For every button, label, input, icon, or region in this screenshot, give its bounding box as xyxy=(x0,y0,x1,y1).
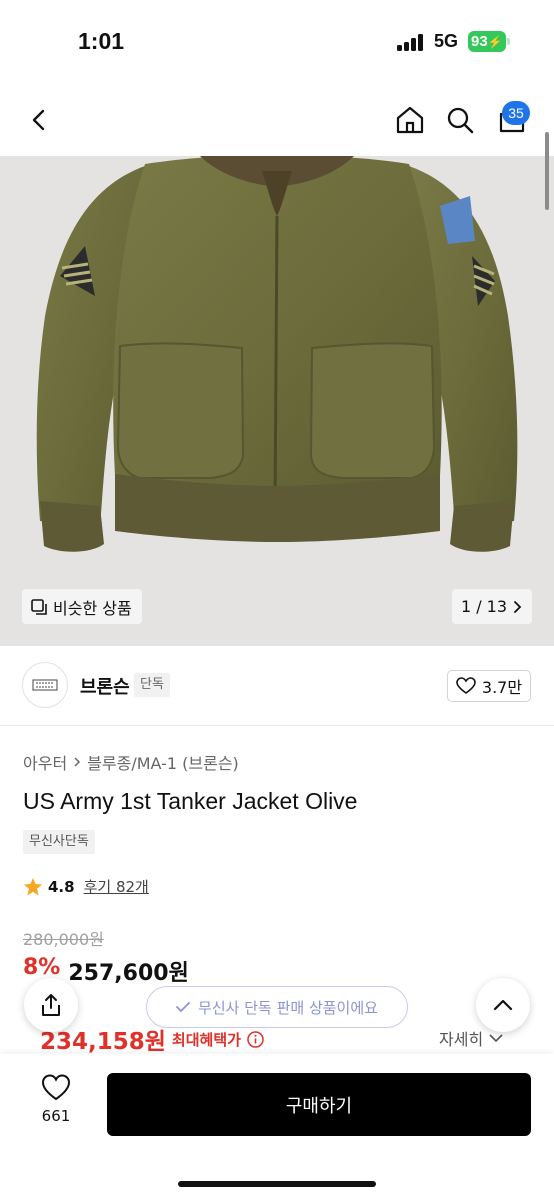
breadcrumb-category[interactable]: 아우터 xyxy=(23,750,67,774)
nav-bar xyxy=(0,86,554,156)
brand-like-count: 3.7만 xyxy=(481,678,523,697)
original-price: 280,000원 xyxy=(23,930,104,949)
brand-emblem-icon xyxy=(32,679,58,691)
sale-price: 257,600원 xyxy=(68,961,189,986)
image-counter-text: 1 / 13 xyxy=(460,597,508,616)
product-title: US Army 1st Tanker Jacket Olive xyxy=(23,788,358,814)
battery-icon: 93⚡ xyxy=(468,31,506,52)
chevron-right-icon xyxy=(514,600,522,613)
share-icon xyxy=(42,994,60,1016)
signal-icon xyxy=(397,33,427,51)
brand-like-button[interactable]: 3.7만 xyxy=(447,670,531,702)
scroll-indicator xyxy=(545,132,549,210)
breadcrumb-subcategory[interactable]: 블루종/MA-1 (브론슨) xyxy=(87,750,239,774)
chevron-down-icon xyxy=(489,1033,503,1042)
chevron-up-icon xyxy=(493,999,513,1011)
scroll-top-button[interactable] xyxy=(476,978,530,1032)
chevron-right-icon xyxy=(74,757,81,767)
home-indicator xyxy=(178,1181,376,1187)
similar-products-label: 비슷한 상품 xyxy=(53,598,132,618)
brand-tag: 단독 xyxy=(134,673,170,697)
network-label: 5G xyxy=(434,31,459,51)
exclusive-toast: 무신사 단독 판매 상품이에요 xyxy=(146,986,408,1028)
back-icon xyxy=(32,109,45,131)
battery-tip xyxy=(507,38,510,45)
heart-icon xyxy=(41,1074,71,1101)
review-link[interactable]: 후기 82개 xyxy=(84,876,149,897)
copy-icon xyxy=(31,598,47,615)
battery-level: 93 xyxy=(471,33,488,50)
exclusive-tag: 무신사단독 xyxy=(23,830,95,854)
max-benefit-label: 최대혜택가 xyxy=(171,1030,241,1049)
rating-value: 4.8 xyxy=(48,877,75,896)
back-button[interactable] xyxy=(20,100,60,140)
home-icon xyxy=(396,106,424,134)
jacket-photo xyxy=(36,156,518,552)
search-icon xyxy=(447,107,474,134)
wishlist-count: 661 xyxy=(41,1107,71,1125)
cart-count-badge: 35 xyxy=(502,101,530,125)
detail-label: 자세히 xyxy=(439,1030,484,1049)
search-button[interactable] xyxy=(440,100,480,140)
image-counter[interactable]: 1 / 13 xyxy=(452,589,532,624)
brand-row: 브론슨 단독 3.7만 xyxy=(0,646,554,726)
status-bar: 1:01 5G 93⚡ xyxy=(0,0,554,86)
similar-products-button[interactable]: 비슷한 상품 xyxy=(22,589,142,624)
product-image[interactable] xyxy=(0,156,554,646)
star-icon xyxy=(24,877,42,895)
buy-button[interactable]: 구매하기 xyxy=(107,1073,531,1136)
bottom-bar: 661 구매하기 xyxy=(0,1054,554,1200)
home-button[interactable] xyxy=(390,100,430,140)
heart-icon xyxy=(456,677,476,694)
share-button[interactable] xyxy=(24,978,78,1032)
toast-text: 무신사 단독 판매 상품이에요 xyxy=(198,998,378,1017)
check-icon xyxy=(176,1002,190,1013)
breadcrumb: 아우터 블루종/MA-1 (브론슨) xyxy=(23,750,239,774)
wishlist-button[interactable]: 661 xyxy=(28,1074,84,1136)
info-icon[interactable] xyxy=(247,1030,264,1048)
brand-name[interactable]: 브론슨 xyxy=(80,673,130,699)
brand-logo[interactable] xyxy=(22,662,68,708)
status-time: 1:01 xyxy=(78,28,125,54)
rating-row: 4.8 후기 82개 xyxy=(23,876,149,897)
